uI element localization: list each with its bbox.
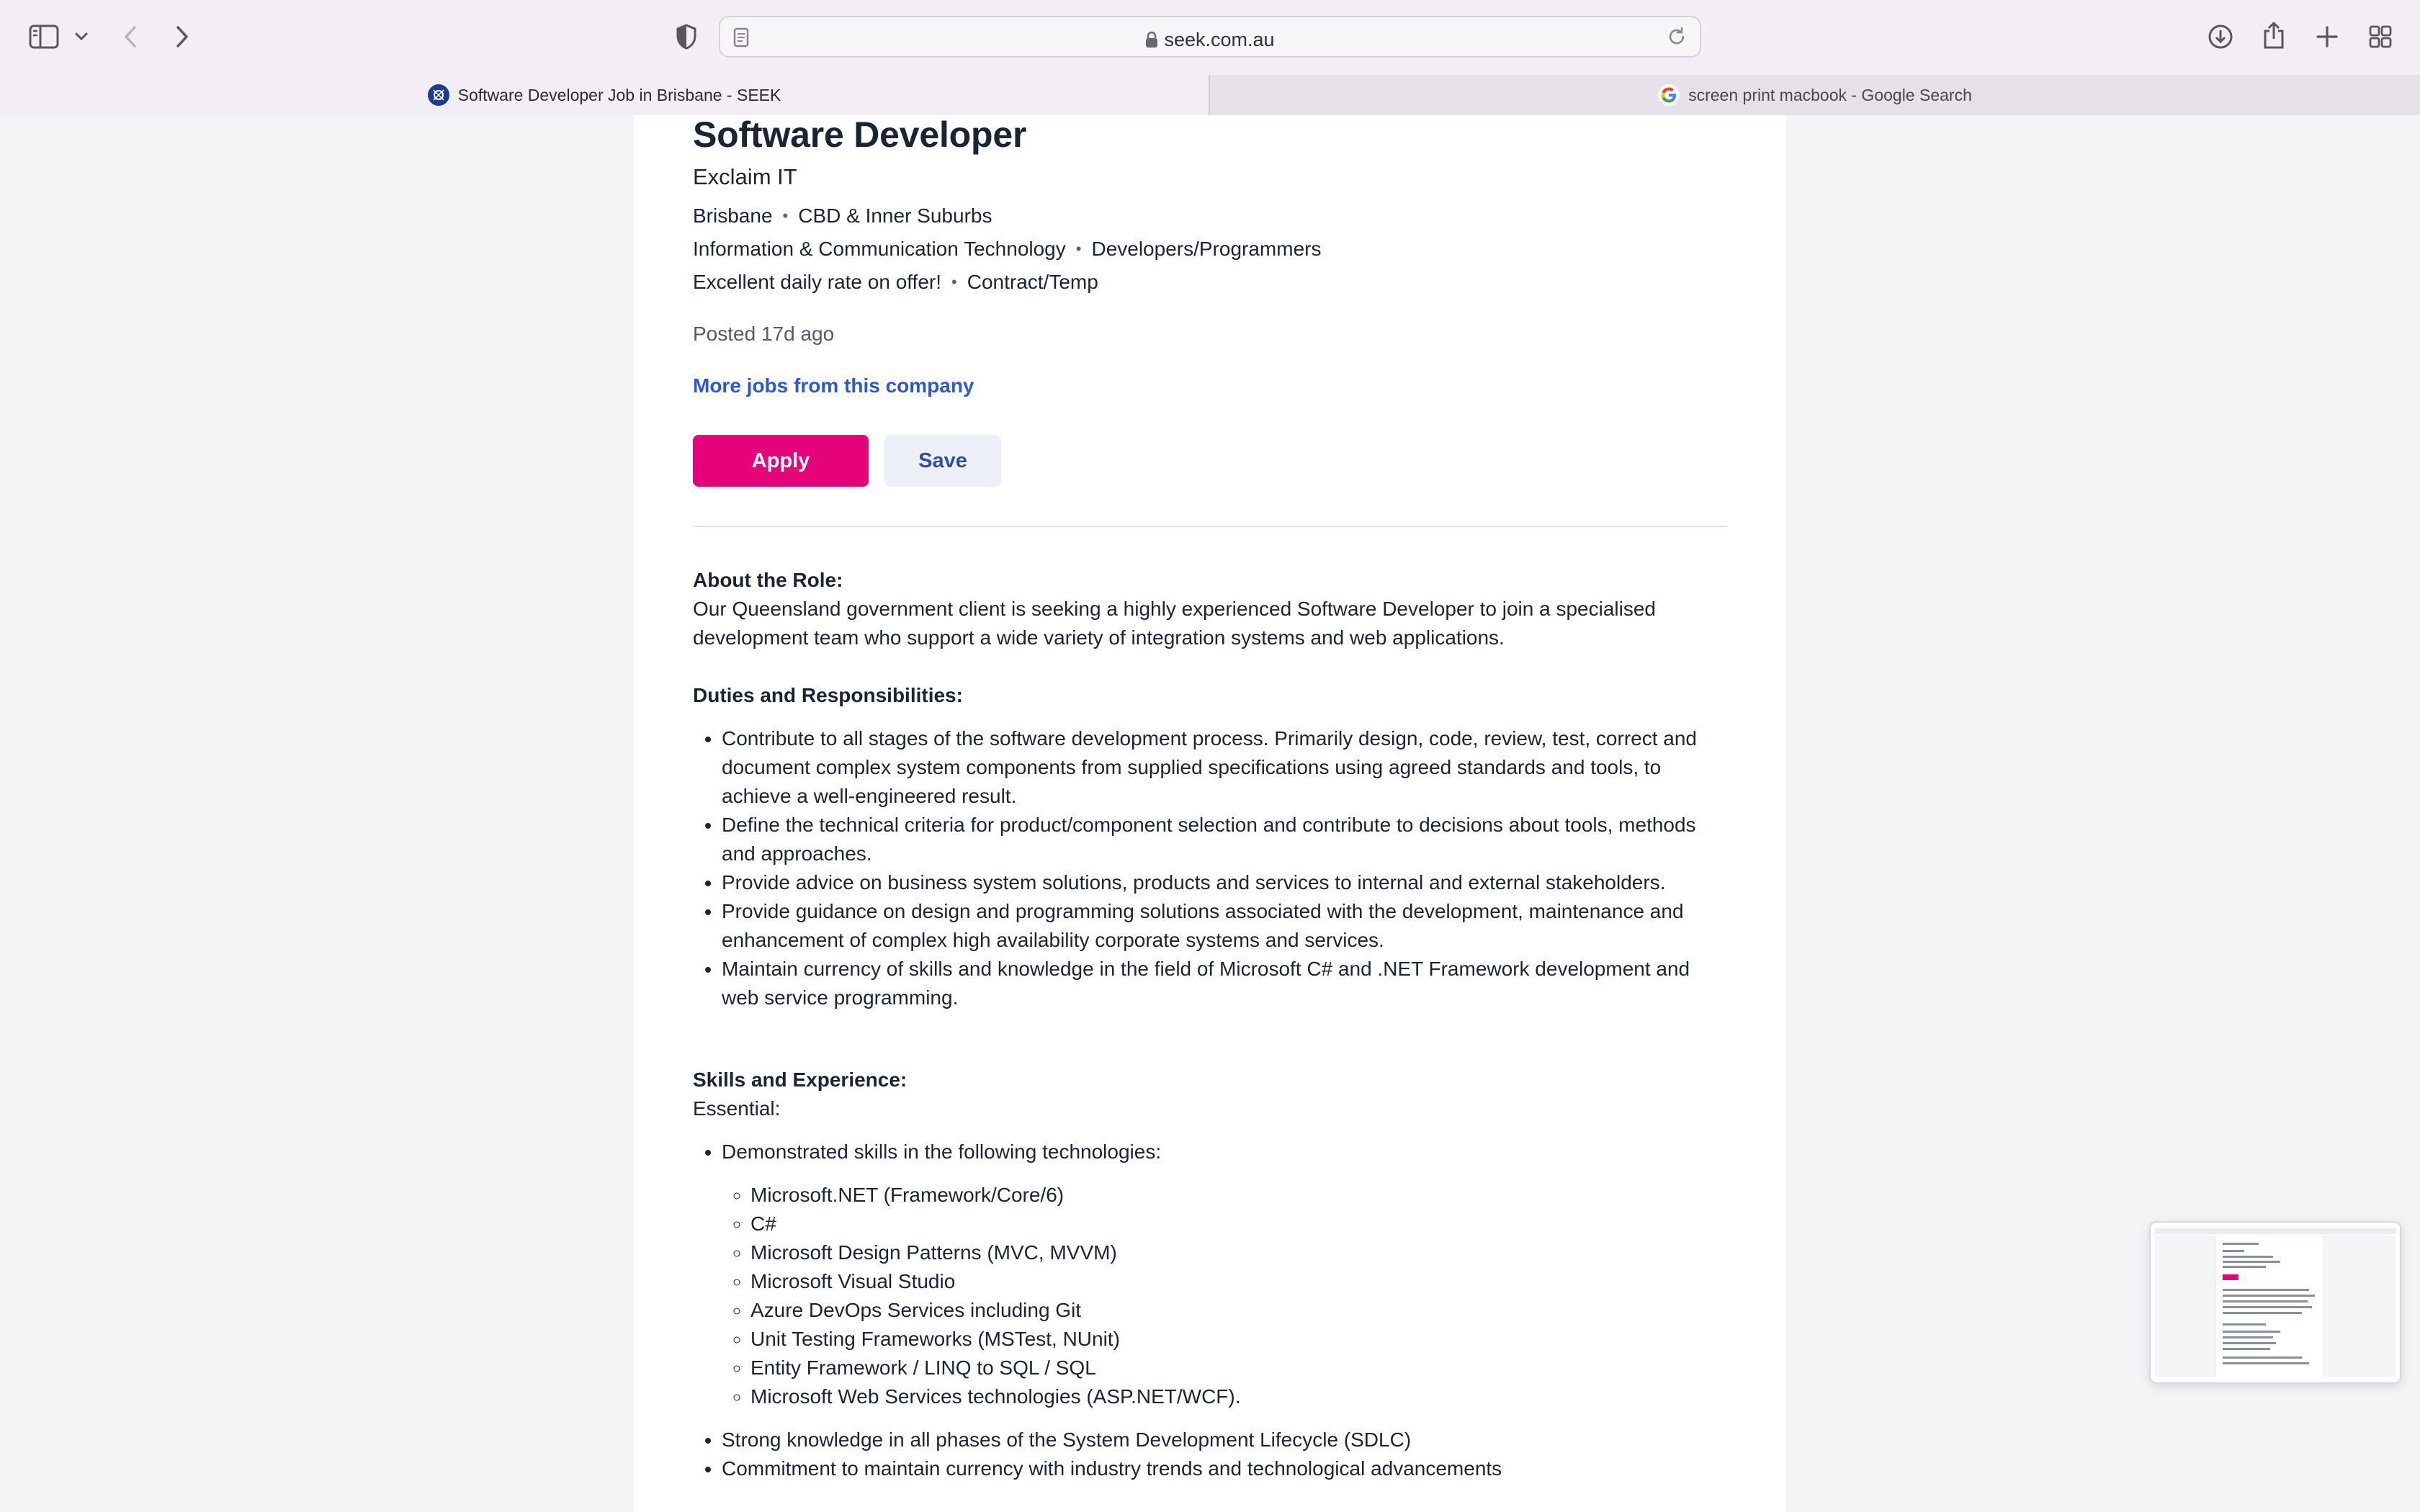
divider — [693, 526, 1727, 527]
tab-seek[interactable]: Software Developer Job in Brisbane - SEE… — [0, 75, 1209, 115]
more-jobs-link[interactable]: More jobs from this company — [693, 374, 974, 397]
list-item: Microsoft Visual Studio — [750, 1267, 1727, 1296]
download-icon[interactable] — [2205, 22, 2236, 52]
list-item: Commitment to maintain currency with ind… — [722, 1454, 1727, 1483]
screenshot-thumbnail[interactable] — [2149, 1221, 2401, 1384]
tab-overview-icon[interactable] — [2365, 22, 2396, 52]
list-item: Provide guidance on design and programmi… — [722, 897, 1727, 955]
job-title: Software Developer — [693, 114, 1027, 155]
google-favicon-icon — [1658, 84, 1680, 106]
new-tab-icon[interactable] — [2312, 22, 2342, 52]
work-type: Contract/Temp — [967, 271, 1098, 293]
list-item: Maintain currency of skills and knowledg… — [722, 955, 1727, 1012]
about-heading: About the Role: — [693, 569, 843, 591]
list-item: Microsoft Web Services technologies (ASP… — [750, 1382, 1727, 1411]
forward-icon[interactable] — [170, 22, 194, 52]
job-location: Brisbane • CBD & Inner Suburbs — [693, 204, 992, 228]
posted-date: Posted 17d ago — [693, 323, 835, 345]
job-description: About the Role: Our Queensland governmen… — [693, 566, 1727, 1483]
duties-list: Contribute to all stages of the software… — [693, 724, 1727, 1012]
list-item: C# — [750, 1210, 1727, 1238]
list-item: Microsoft.NET (Framework/Core/6) — [750, 1181, 1727, 1210]
chevron-down-icon[interactable] — [72, 27, 91, 46]
company-name: Exclaim IT — [693, 164, 797, 189]
save-button[interactable]: Save — [884, 435, 1001, 487]
url-text: seek.com.au — [1164, 29, 1275, 50]
skills-list: Demonstrated skills in the following tec… — [693, 1138, 1727, 1483]
apply-button[interactable]: Apply — [693, 435, 869, 487]
share-icon[interactable] — [2259, 19, 2289, 52]
job-salary-worktype: Excellent daily rate on offer! • Contract/… — [693, 271, 1098, 294]
essential-label: Essential: — [693, 1097, 781, 1120]
classification: Information & Communication Technology — [693, 238, 1066, 260]
tab-google-search[interactable]: screen print macbook - Google Search — [1209, 75, 2420, 115]
sidebar-icon[interactable] — [27, 22, 60, 52]
separator-dot: • — [782, 207, 789, 225]
address-bar[interactable]: seek.com.au — [719, 16, 1701, 58]
list-item: Strong knowledge in all phases of the Sy… — [722, 1426, 1727, 1454]
list-item: Demonstrated skills in the following tec… — [722, 1138, 1727, 1411]
subclassification: Developers/Programmers — [1091, 238, 1322, 260]
separator-dot: • — [1075, 240, 1082, 258]
skills-heading: Skills and Experience: — [693, 1068, 908, 1091]
seek-favicon-icon — [427, 84, 449, 106]
list-item: Define the technical criteria for produc… — [722, 811, 1727, 868]
about-text: Our Queensland government client is seek… — [693, 598, 1656, 649]
list-item: Provide advice on business system soluti… — [722, 868, 1727, 897]
technologies-list: Microsoft.NET (Framework/Core/6) C# Micr… — [722, 1181, 1727, 1411]
list-item: Azure DevOps Services including Git — [750, 1296, 1727, 1325]
location-area: CBD & Inner Suburbs — [798, 204, 992, 227]
list-item: Entity Framework / LINQ to SQL / SQL — [750, 1354, 1727, 1382]
list-item: Unit Testing Frameworks (MSTest, NUnit) — [750, 1325, 1727, 1354]
tab-label: screen print macbook - Google Search — [1688, 85, 1972, 104]
lock-icon — [1145, 31, 1158, 53]
reload-icon[interactable] — [1667, 27, 1687, 50]
separator-dot: • — [951, 273, 957, 291]
location-city: Brisbane — [693, 204, 773, 227]
duties-heading: Duties and Responsibilities: — [693, 684, 963, 706]
job-classification: Information & Communication Technology • D… — [693, 238, 1321, 261]
salary: Excellent daily rate on offer! — [693, 271, 942, 293]
shield-icon[interactable] — [673, 22, 700, 52]
browser-toolbar: seek.com.au — [0, 0, 2420, 75]
back-icon[interactable] — [118, 22, 143, 52]
list-item: Microsoft Design Patterns (MVC, MVVM) — [750, 1238, 1727, 1267]
tech-intro: Demonstrated skills in the following tec… — [722, 1140, 1162, 1163]
tab-label: Software Developer Job in Brisbane - SEE… — [457, 85, 781, 104]
list-item: Contribute to all stages of the software… — [722, 724, 1727, 811]
